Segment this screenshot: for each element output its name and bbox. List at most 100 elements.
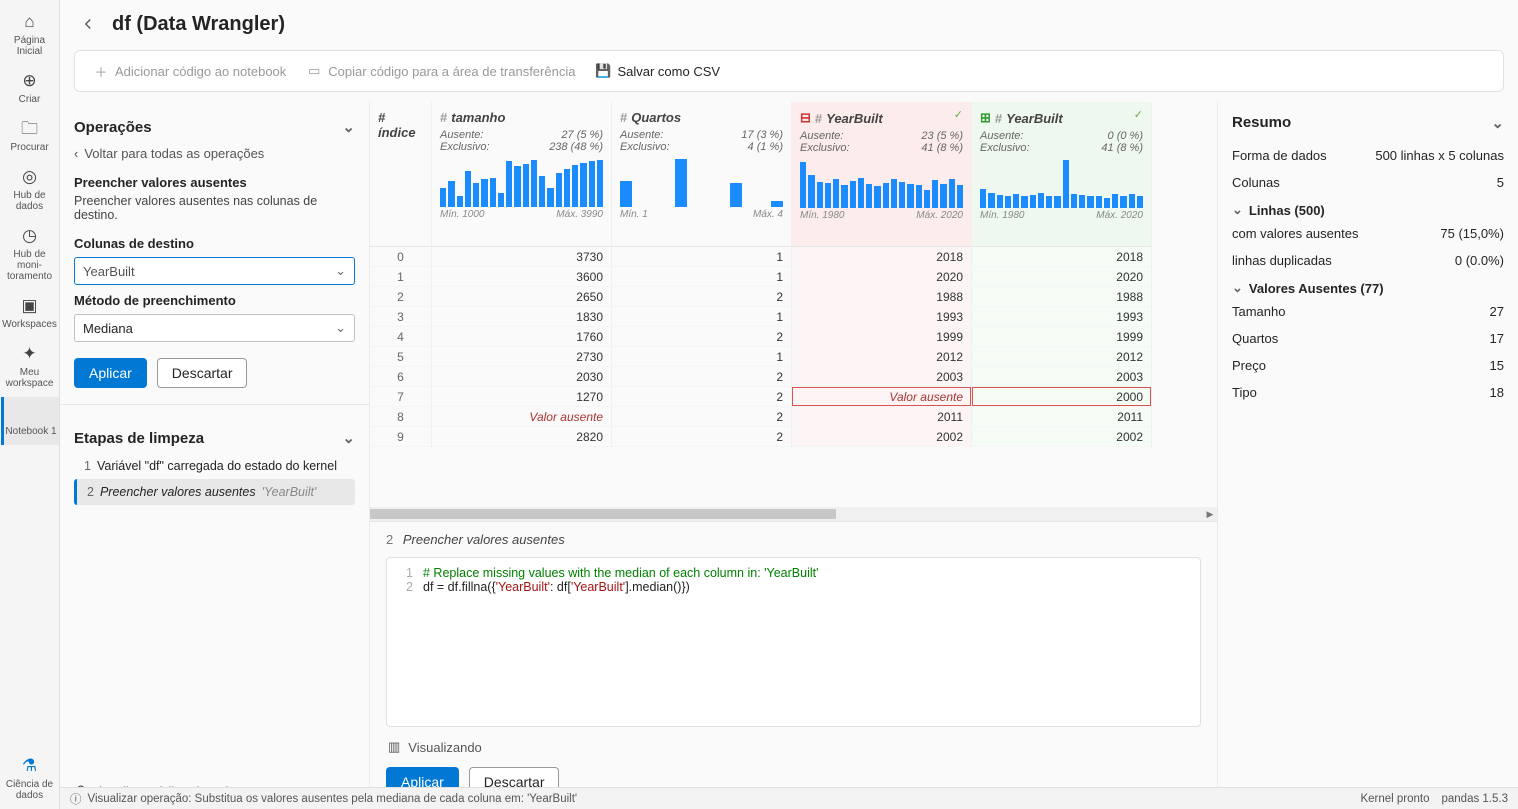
rail-item-workspaces[interactable]: ▣Workspaces [1,290,59,338]
cell[interactable]: 1 [612,347,791,367]
cell[interactable]: 2012 [792,347,971,367]
code-editor[interactable]: 1# Replace missing values with the media… [386,557,1201,727]
workspaces-icon: ▣ [19,296,40,317]
shape-value: 500 linhas x 5 colunas [1375,148,1504,163]
cleaning-step[interactable]: 2 Preencher valores ausentes 'YearBuilt' [74,479,355,505]
cell[interactable]: 1993 [792,307,971,327]
summary-header[interactable]: Resumo ⌄ [1232,114,1504,132]
scroll-thumb[interactable] [370,509,836,519]
cell[interactable]: 8 [370,407,431,427]
rail-item-monitor[interactable]: ◷Hub de moni­toramento [1,220,59,290]
cell[interactable]: 5 [370,347,431,367]
cell[interactable]: 2002 [792,427,971,447]
cell[interactable]: 3 [370,307,431,327]
cell[interactable]: 2 [612,387,791,407]
horizontal-scrollbar[interactable]: ◀ ▶ [370,507,1217,521]
status-message: Visualizar operação: Substitua os valore… [88,793,578,805]
rail-item-home[interactable]: ⌂Página Inicial [1,6,59,65]
cell[interactable]: 2003 [972,367,1151,387]
chevron-down-icon: ⌄ [335,320,346,336]
cell[interactable]: 1993 [972,307,1151,327]
fill-method-select[interactable]: Mediana ⌄ [74,314,355,342]
cell[interactable]: 7 [370,387,431,407]
dest-columns-select[interactable]: YearBuilt ⌄ [74,257,355,285]
chevron-down-icon: ⌄ [335,263,346,279]
cell[interactable]: 2 [612,367,791,387]
cell[interactable]: 4 [370,327,431,347]
cell[interactable]: 2030 [432,367,611,387]
rail-footer[interactable]: ⚗Ciência de dados [1,750,59,809]
scroll-right-icon[interactable]: ▶ [1203,507,1217,521]
check-icon[interactable]: ✓ [1134,108,1143,121]
cell[interactable]: 1 [612,307,791,327]
cell[interactable]: 1 [612,247,791,267]
data-grid[interactable]: # índice0123456789# tamanhoAusente:27 (5… [370,102,1217,507]
discard-button[interactable]: Descartar [157,358,248,388]
chevron-down-icon: ⌄ [342,118,355,136]
rail-item-db[interactable]: ◎Hub de dados [1,161,59,220]
dup-value: 0 (0.0%) [1455,253,1504,268]
cell[interactable]: 2730 [432,347,611,367]
cell[interactable]: 2820 [432,427,611,447]
back-arrow-icon[interactable] [76,12,100,36]
cell[interactable]: 2020 [792,267,971,287]
check-icon[interactable]: ✓ [954,108,963,121]
cell[interactable]: 1830 [432,307,611,327]
cell[interactable]: 3600 [432,267,611,287]
rows-section-header[interactable]: ⌄Linhas (500) [1232,196,1504,220]
cell[interactable]: 2020 [972,267,1151,287]
cell[interactable]: 2 [370,287,431,307]
cell[interactable]: 2003 [792,367,971,387]
steps-header[interactable]: Etapas de limpeza ⌄ [74,423,355,453]
cell[interactable]: 1999 [792,327,971,347]
rail-item-folder[interactable]: 🗀Procurar [1,113,59,161]
operations-header[interactable]: Operações ⌄ [74,112,355,142]
cell[interactable]: 9 [370,427,431,447]
cell[interactable]: 1988 [792,287,971,307]
cell[interactable]: 3730 [432,247,611,267]
save-csv-button[interactable]: 💾Salvar como CSV [587,59,728,83]
rail-item-plus[interactable]: ⊕Criar [1,65,59,113]
apply-button[interactable]: Aplicar [74,358,147,388]
cell[interactable]: 2650 [432,287,611,307]
cell[interactable]: 2 [612,287,791,307]
cell[interactable]: 6 [370,367,431,387]
cell[interactable]: 2012 [972,347,1151,367]
column-title[interactable]: # tamanho [440,108,603,129]
cell[interactable]: 2 [612,407,791,427]
chevron-down-icon: ⌄ [1491,114,1504,132]
cell[interactable]: 2011 [792,407,971,427]
column-title[interactable]: ⊞ # YearBuilt [980,108,1143,130]
cell[interactable]: 1 [612,267,791,287]
cell[interactable]: 1760 [432,327,611,347]
cell[interactable]: 2 [612,427,791,447]
add-code-button[interactable]: ＋Adicionar código ao notebook [85,59,294,83]
cell[interactable]: 1988 [972,287,1151,307]
cell[interactable]: 2 [612,327,791,347]
rail-item-code[interactable]: Notebook 1 [1,397,59,445]
cell[interactable]: 2000 [972,387,1151,407]
cell[interactable]: 1 [370,267,431,287]
column-title[interactable]: # Quartos [620,108,783,129]
column-tamanho: # tamanhoAusente:27 (5 %)Exclusivo:238 (… [432,102,612,447]
cell[interactable]: 2018 [972,247,1151,267]
cell[interactable]: Valor ausente [432,407,611,427]
column-title[interactable]: ⊟ # YearBuilt [800,108,963,130]
missing-values-section-header[interactable]: ⌄Valores Ausentes (77) [1232,274,1504,298]
diamond-icon: ✦ [19,344,40,365]
cell[interactable]: 1999 [972,327,1151,347]
cell[interactable]: 0 [370,247,431,267]
fill-method-label: Método de preenchimento [74,293,355,308]
cell[interactable]: 2011 [972,407,1151,427]
cell[interactable]: Valor ausente [792,387,971,407]
cell[interactable]: 1270 [432,387,611,407]
toolbar: ＋Adicionar código ao notebook ▭Copiar có… [74,50,1504,92]
back-to-operations-link[interactable]: ‹ Voltar para todas as operações [74,142,355,171]
folder-icon: 🗀 [19,119,40,140]
rail-item-diamond[interactable]: ✦Meu workspace [1,338,59,397]
cell[interactable]: 2018 [792,247,971,267]
copy-code-button[interactable]: ▭Copiar código para a área de transferên… [298,59,583,83]
cell[interactable]: 2002 [972,427,1151,447]
cleaning-step[interactable]: 1 Variável "df" carregada do estado do k… [74,453,355,479]
code-icon [21,403,42,424]
